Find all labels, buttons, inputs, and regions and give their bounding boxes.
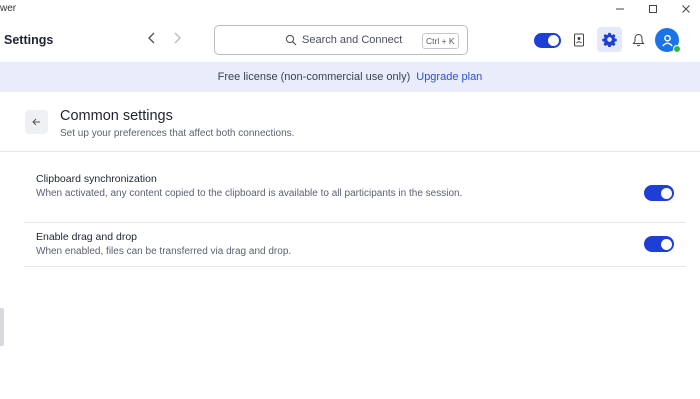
setting-clipboard-sync: Clipboard synchronization When activated… [36,173,686,201]
setting-description: When enabled, files can be transferred v… [36,246,292,257]
chevron-left-icon[interactable] [144,31,160,49]
back-button[interactable] [25,110,48,134]
section-title: Common settings [60,108,173,124]
search-placeholder: Search and Connect [302,34,403,46]
setting-title: Enable drag and drop [36,231,137,243]
user-icon [661,34,673,47]
chevron-right-icon[interactable] [169,31,185,49]
upgrade-plan-link[interactable]: Upgrade plan [416,71,482,83]
license-text: Free license (non-commercial use only) [217,71,411,83]
divider [0,151,700,152]
arrow-left-icon [32,118,40,126]
section-subtitle: Set up your preferences that affect both… [60,128,295,139]
online-status-dot [673,45,681,53]
avatar[interactable] [655,28,681,53]
scrollbar-handle[interactable] [0,308,4,346]
bell-icon[interactable] [629,31,647,49]
drag-drop-toggle[interactable] [644,236,674,252]
divider [24,222,686,223]
clipboard-sync-toggle[interactable] [644,185,674,201]
title-bar: wer [0,0,700,18]
close-icon[interactable] [666,0,700,18]
gear-icon[interactable] [597,27,622,52]
setting-description: When activated, any content copied to th… [36,188,463,199]
search-input[interactable]: Search and Connect Ctrl + K [214,25,468,55]
shortcut-badge: Ctrl + K [422,33,459,49]
divider [24,266,686,267]
setting-title: Clipboard synchronization [36,173,157,185]
header-toggle[interactable] [534,33,561,48]
window-title: wer [0,3,17,14]
search-icon [285,34,297,46]
app-header: Settings Search and Connect Ctrl + K [0,18,700,62]
license-banner: Free license (non-commercial use only) U… [0,62,700,92]
page-title: Settings [4,33,54,47]
setting-drag-drop: Enable drag and drop When enabled, files… [36,231,686,259]
contacts-icon[interactable] [570,31,588,49]
